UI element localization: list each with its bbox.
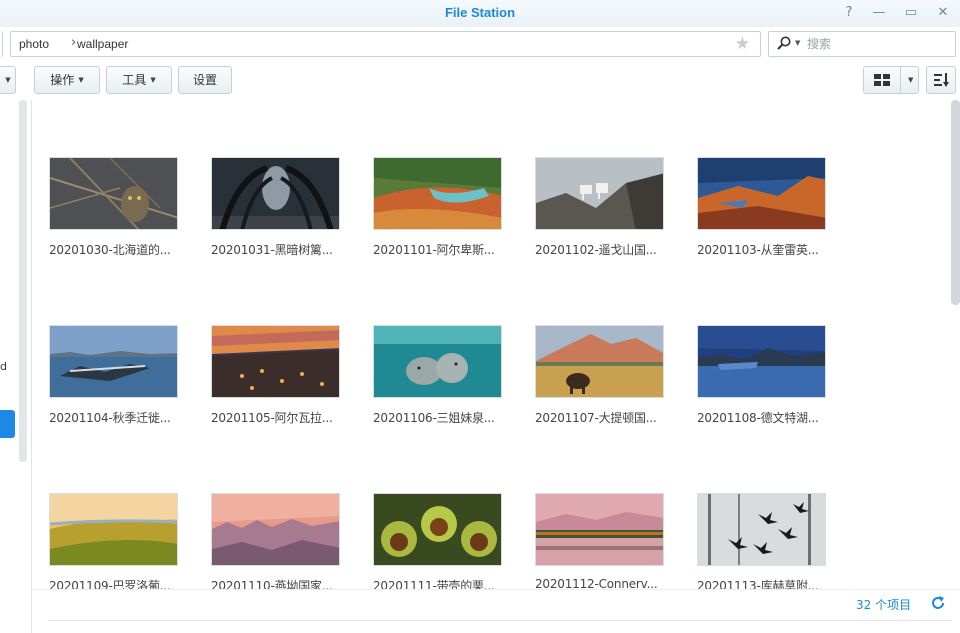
file-item[interactable]: 20201107-大提顿国... <box>535 325 665 426</box>
file-name: 20201101-阿尔卑斯... <box>373 243 495 257</box>
chevron-down-icon: ▼ <box>908 76 914 84</box>
window-title: File Station <box>444 5 516 20</box>
misty-lake-photo-thumbnail <box>535 493 664 566</box>
file-item[interactable]: 20201108-德文特湖... <box>697 325 827 426</box>
file-name: 20201107-大提顿国... <box>535 411 657 425</box>
breadcrumb-wallpaper[interactable]: wallpaper <box>77 37 128 51</box>
file-name: 20201104-秋季迁徙... <box>49 411 171 425</box>
file-item[interactable]: 20201111-带壳的栗... <box>373 493 503 594</box>
file-item[interactable]: 20201106-三姐妹泉... <box>373 325 503 426</box>
actions-button[interactable]: 操作 ▼ <box>34 66 100 94</box>
vineyard-photo-thumbnail <box>49 493 178 566</box>
close-button[interactable]: ✕ <box>934 4 952 22</box>
manatees-photo-thumbnail <box>373 325 502 398</box>
favorite-star-icon[interactable]: ★ <box>735 34 750 54</box>
badlands-photo-thumbnail <box>211 493 340 566</box>
chevron-down-icon: ▼ <box>150 76 156 84</box>
file-name: 20201108-德文特湖... <box>697 411 819 425</box>
chestnuts-photo-thumbnail <box>373 493 502 566</box>
geese-lake-photo-thumbnail <box>49 325 178 398</box>
maximize-icon: ▭ <box>904 5 918 20</box>
file-item[interactable]: 20201112-Connerv... <box>535 493 665 591</box>
file-item[interactable]: 20201110-燕坳国家... <box>211 493 341 594</box>
file-item[interactable]: 20201031-黑暗树篱... <box>211 157 341 258</box>
back-button-edge[interactable] <box>0 31 3 57</box>
file-item[interactable]: 20201103-从奎雷英... <box>697 157 827 258</box>
help-icon: ? <box>845 5 853 20</box>
file-name: 20201106-三姐妹泉... <box>373 411 495 425</box>
chevron-down-icon: ▼ <box>78 76 84 84</box>
derwent-lake-photo-thumbnail <box>697 325 826 398</box>
address-bar[interactable]: photo › wallpaper ★ <box>10 31 761 57</box>
maximize-button[interactable]: ▭ <box>902 4 920 22</box>
grid-scrollbar[interactable] <box>951 100 960 305</box>
file-item[interactable]: 20201101-阿尔卑斯... <box>373 157 503 258</box>
refresh-icon[interactable] <box>930 595 946 611</box>
breadcrumb-separator: › <box>71 35 77 50</box>
file-name: 20201030-北海道的... <box>49 243 171 257</box>
settings-label: 设置 <box>192 73 217 87</box>
settings-button[interactable]: 设置 <box>178 66 232 94</box>
file-item[interactable]: 20201102-遥戈山国... <box>535 157 665 258</box>
file-item[interactable]: 20201113-库赫草附... <box>697 493 827 594</box>
file-name: 20201103-从奎雷英... <box>697 243 819 257</box>
chevron-down-icon: ▼ <box>5 76 11 84</box>
file-item[interactable]: 20201109-巴罗洛葡... <box>49 493 179 594</box>
pane-divider[interactable] <box>31 100 32 633</box>
search-input[interactable] <box>807 35 947 53</box>
sort-button[interactable] <box>926 66 956 94</box>
dark-hedges-photo-thumbnail <box>211 157 340 230</box>
breadcrumb-photo[interactable]: photo <box>19 37 49 51</box>
search-options-caret-icon[interactable]: ▼ <box>795 39 800 47</box>
item-count: 32 个项目 <box>856 598 912 612</box>
crows-snow-photo-thumbnail <box>697 493 826 566</box>
file-item[interactable]: 20201105-阿尔瓦拉... <box>211 325 341 426</box>
tools-button[interactable]: 工具 ▼ <box>106 66 172 94</box>
close-icon: ✕ <box>937 5 949 20</box>
quiraing-photo-thumbnail <box>697 157 826 230</box>
file-name: 20201105-阿尔瓦拉... <box>211 411 333 425</box>
file-name: 20201031-黑暗树篱... <box>211 243 333 257</box>
help-button[interactable]: ? <box>840 4 858 22</box>
minimize-button[interactable]: — <box>870 4 888 22</box>
mountain-goats-photo-thumbnail <box>535 157 664 230</box>
owl-photo-thumbnail <box>49 157 178 230</box>
search-icon[interactable] <box>777 36 791 50</box>
view-mode-button[interactable]: ▼ <box>863 66 919 94</box>
left-pane-scrollbar[interactable] <box>19 100 27 462</box>
alpine-stream-photo-thumbnail <box>373 157 502 230</box>
folder-tree-selected-item[interactable] <box>0 410 15 438</box>
grid-view-icon <box>874 74 890 86</box>
file-item[interactable]: 20201104-秋季迁徙... <box>49 325 179 426</box>
search-box[interactable]: ▼ <box>768 31 956 57</box>
status-divider <box>48 620 952 621</box>
tools-label: 工具 <box>122 73 147 87</box>
file-name: 20201102-遥戈山国... <box>535 243 657 257</box>
file-item[interactable]: 20201030-北海道的... <box>49 157 179 258</box>
minimize-icon: — <box>872 5 886 20</box>
status-bar <box>32 589 960 633</box>
bison-teton-photo-thumbnail <box>535 325 664 398</box>
actions-label: 操作 <box>50 73 75 87</box>
village-dusk-photo-thumbnail <box>211 325 340 398</box>
toolbar-dropdown-button[interactable]: ▼ <box>0 66 16 94</box>
sort-icon <box>934 73 949 87</box>
title-bar: File Station ? — ▭ ✕ <box>0 0 960 27</box>
folder-tree-label-fragment: d <box>0 360 7 373</box>
